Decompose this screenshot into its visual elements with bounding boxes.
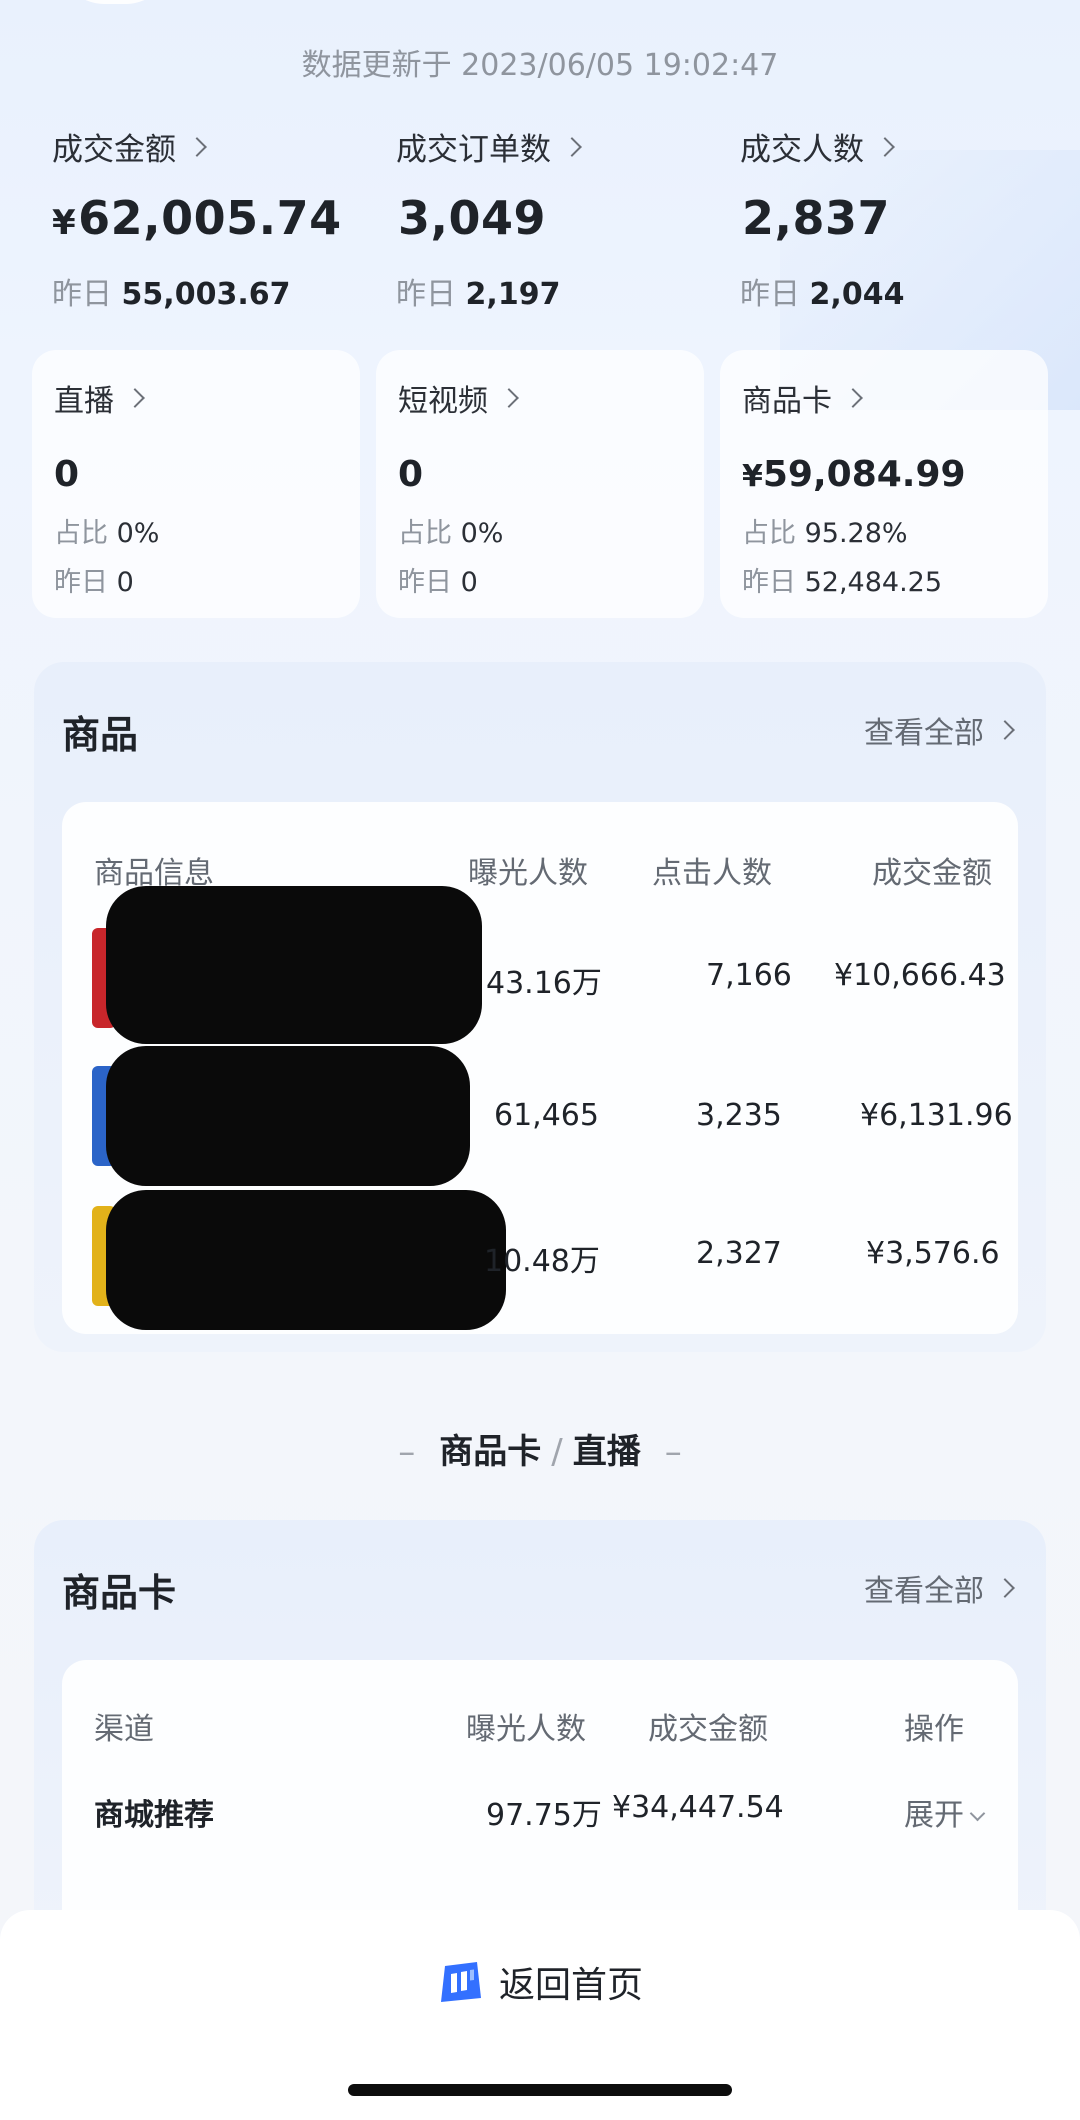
channel-name: 商城推荐 — [94, 1798, 214, 1833]
amount-value: ¥34,447.54 — [612, 1790, 784, 1825]
app-logo-icon — [440, 1962, 481, 2002]
ratio-label: 占比 — [54, 518, 108, 549]
column-header: 点击人数 — [652, 856, 772, 891]
ratio-value: 95.28% — [804, 518, 908, 549]
yesterday-label: 昨日 — [740, 277, 800, 312]
redaction-mark — [106, 1190, 506, 1330]
clicks-value: 3,235 — [696, 1098, 782, 1133]
chevron-right-icon — [187, 136, 207, 157]
products-section: 商品 查看全部 商品信息 曝光人数 点击人数 成交金额 荐 … 43.16万 7… — [34, 662, 1046, 1352]
currency-symbol: ¥ — [52, 203, 77, 243]
metric-orders[interactable]: 成交订单数 3,049 昨日 2,197 — [396, 124, 726, 313]
ratio-label: 占比 — [742, 518, 796, 549]
channel-label: 商品卡 — [742, 384, 832, 419]
home-indicator[interactable] — [348, 2084, 732, 2096]
column-header: 成交金额 — [872, 856, 992, 891]
column-header: 操作 — [904, 1712, 964, 1747]
yesterday-value: 2,044 — [809, 277, 905, 312]
chevron-right-icon — [995, 1578, 1015, 1598]
products-table: 商品信息 曝光人数 点击人数 成交金额 荐 … 43.16万 7,166 ¥10… — [62, 802, 1018, 1334]
top-decoration — [60, 0, 170, 4]
channel-value: 0 — [54, 454, 80, 495]
chevron-right-icon — [995, 720, 1015, 740]
chevron-right-icon — [125, 388, 145, 408]
ratio-label: 占比 — [398, 518, 452, 549]
channel-card-short-video[interactable]: 短视频 0 占比 0% 昨日 0 — [376, 350, 704, 618]
yesterday-value: 0 — [116, 567, 134, 598]
channel-table: 渠道 曝光人数 成交金额 操作 商城推荐 97.75万 ¥34,447.54 展… — [62, 1660, 1018, 1940]
exposure-value: 61,465 — [494, 1098, 599, 1133]
metric-value: 2,837 — [742, 191, 891, 245]
dash-decoration: – — [398, 1432, 416, 1472]
column-header: 成交金额 — [648, 1712, 768, 1747]
yesterday-label: 昨日 — [52, 277, 112, 312]
section-title: 商品卡 — [62, 1571, 177, 1615]
redaction-mark — [106, 1046, 470, 1186]
exposure-value: 97.75万 — [486, 1798, 602, 1833]
chevron-right-icon — [843, 388, 863, 408]
tab-live[interactable]: 直播 — [573, 1432, 641, 1472]
clicks-value: 7,166 — [706, 958, 792, 993]
channel-value: 0 — [398, 454, 424, 495]
bottom-bar: 返回首页 — [0, 1910, 1080, 2120]
section-title: 商品 — [62, 713, 139, 757]
yesterday-value: 0 — [460, 567, 478, 598]
expand-button[interactable]: 展开 — [904, 1790, 986, 1834]
yesterday-label: 昨日 — [54, 567, 108, 598]
view-all-link[interactable]: 查看全部 — [864, 1566, 1015, 1610]
yesterday-label: 昨日 — [396, 277, 456, 312]
channel-card-product-card[interactable]: 商品卡 ¥59,084.99 占比 95.28% 昨日 52,484.25 — [720, 350, 1048, 618]
view-all-label: 查看全部 — [864, 716, 984, 751]
return-home-button[interactable]: 返回首页 — [0, 1956, 1080, 2008]
exposure-value: 10.48万 — [484, 1244, 600, 1279]
metric-label: 成交人数 — [740, 132, 864, 168]
channel-value: 59,084.99 — [762, 454, 966, 495]
product-card-section: 商品卡 查看全部 渠道 曝光人数 成交金额 操作 商城推荐 97.75万 ¥34… — [34, 1520, 1046, 1940]
section-switcher: – 商品卡 / 直播 – — [0, 1424, 1080, 1473]
amount-value: ¥6,131.96 — [860, 1098, 1013, 1133]
chevron-right-icon — [875, 136, 895, 157]
currency-symbol: ¥ — [742, 459, 763, 494]
metric-label: 成交金额 — [52, 132, 176, 168]
chevron-down-icon — [969, 1805, 986, 1822]
exposure-value: 43.16万 — [486, 966, 602, 1001]
column-header: 渠道 — [94, 1712, 154, 1747]
channel-label: 直播 — [54, 384, 114, 419]
return-home-label: 返回首页 — [498, 1965, 643, 2006]
channel-card-live[interactable]: 直播 0 占比 0% 昨日 0 — [32, 350, 360, 618]
ratio-value: 0% — [116, 518, 160, 549]
chevron-right-icon — [499, 388, 519, 408]
view-all-label: 查看全部 — [864, 1574, 984, 1609]
yesterday-value: 52,484.25 — [804, 567, 943, 598]
clicks-value: 2,327 — [696, 1236, 782, 1271]
yesterday-value: 2,197 — [465, 277, 561, 312]
dash-decoration: – — [664, 1432, 682, 1472]
channel-label: 短视频 — [398, 384, 488, 419]
yesterday-label: 昨日 — [742, 567, 796, 598]
separator: / — [551, 1432, 563, 1472]
amount-value: ¥3,576.6 — [866, 1236, 1000, 1271]
yesterday-label: 昨日 — [398, 567, 452, 598]
chevron-right-icon — [562, 136, 582, 157]
ratio-value: 0% — [460, 518, 504, 549]
amount-value: ¥10,666.43 — [834, 958, 1006, 993]
column-header: 曝光人数 — [466, 1712, 586, 1747]
metric-value: 3,049 — [398, 191, 547, 245]
update-time: 数据更新于 2023/06/05 19:02:47 — [301, 48, 779, 83]
expand-label: 展开 — [904, 1798, 964, 1833]
tab-product-card[interactable]: 商品卡 — [439, 1432, 541, 1472]
column-header: 曝光人数 — [468, 856, 588, 891]
yesterday-value: 55,003.67 — [121, 277, 291, 312]
metric-value: 62,005.74 — [78, 191, 342, 245]
metric-gmv[interactable]: 成交金额 ¥62,005.74 昨日 55,003.67 — [52, 124, 382, 313]
metric-buyers[interactable]: 成交人数 2,837 昨日 2,044 — [740, 124, 1070, 313]
redaction-mark — [106, 886, 482, 1044]
metric-label: 成交订单数 — [396, 132, 551, 168]
view-all-link[interactable]: 查看全部 — [864, 708, 1015, 752]
